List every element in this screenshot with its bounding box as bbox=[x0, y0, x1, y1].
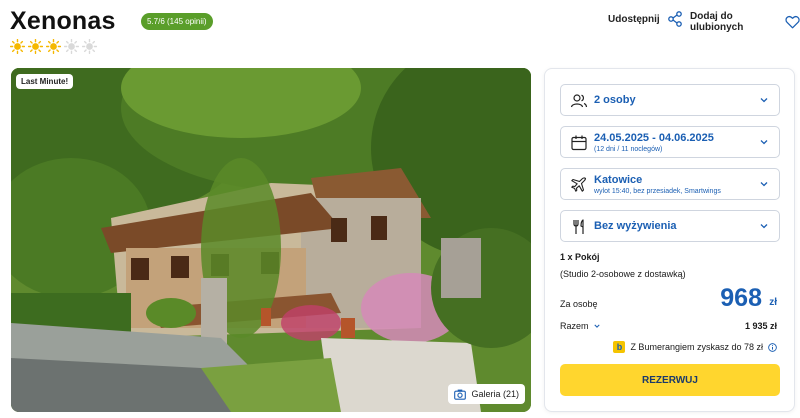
cutlery-icon bbox=[573, 219, 584, 234]
per-person-label: Za osobę bbox=[560, 299, 598, 309]
last-minute-badge: Last Minute! bbox=[16, 74, 74, 89]
room-count: 1 x Pokój bbox=[560, 252, 600, 262]
airplane-icon bbox=[571, 177, 587, 192]
sun-star-icon-filled bbox=[46, 39, 61, 54]
bumerang-logo-icon: b bbox=[613, 341, 626, 353]
camera-icon bbox=[454, 389, 467, 400]
sun-star-icon-filled bbox=[10, 39, 25, 54]
hotel-header: Xenonas 5.7/6 (145 opinii) Udostępnij Do… bbox=[0, 0, 800, 62]
booking-panel: 2 osoby 24.05.2025 - 04.06.2025 (12 dni … bbox=[544, 68, 795, 412]
heart-icon bbox=[785, 16, 800, 29]
bumerang-text: Z Bumerangiem zyskasz do 78 zł bbox=[630, 342, 763, 352]
total-price: 1 935 zł bbox=[744, 321, 777, 331]
guests-value: 2 osoby bbox=[594, 94, 636, 106]
total-toggle[interactable]: Razem bbox=[560, 321, 600, 331]
guests-select[interactable]: 2 osoby bbox=[560, 84, 780, 116]
hotel-photo-image bbox=[11, 68, 531, 412]
info-icon[interactable] bbox=[768, 342, 777, 352]
sun-star-icon-empty bbox=[82, 39, 97, 54]
hotel-name: Xenonas bbox=[10, 7, 116, 35]
departure-city: Katowice bbox=[594, 174, 643, 186]
calendar-icon bbox=[571, 135, 587, 151]
flight-info: wylot 15:40, bez przesiadek, Smartwings bbox=[594, 188, 721, 195]
gallery-button[interactable]: Galeria (21) bbox=[448, 384, 525, 404]
bumerang-promo: b Z Bumerangiem zyskasz do 78 zł bbox=[613, 341, 777, 353]
price-currency: zł bbox=[769, 297, 777, 308]
total-label: Razem bbox=[560, 321, 589, 331]
chevron-down-icon bbox=[760, 182, 768, 187]
hotel-photo[interactable]: Last Minute! Galeria (21) bbox=[11, 68, 531, 412]
share-icon bbox=[667, 11, 682, 27]
guests-icon bbox=[570, 94, 588, 108]
price-per-person: 968 bbox=[720, 284, 762, 312]
duration-value: (12 dni / 11 noclegów) bbox=[594, 146, 663, 153]
flight-select[interactable]: Katowice wylot 15:40, bez przesiadek, Sm… bbox=[560, 168, 780, 200]
share-button[interactable]: Udostępnij bbox=[608, 11, 683, 27]
star-rating bbox=[10, 39, 97, 54]
dates-select[interactable]: 24.05.2025 - 04.06.2025 (12 dni / 11 noc… bbox=[560, 126, 780, 158]
gallery-label: Galeria (21) bbox=[471, 389, 519, 399]
reserve-button[interactable]: REZERWUJ bbox=[560, 364, 780, 396]
add-to-favorites-button[interactable]: Dodaj do ulubionych bbox=[690, 11, 800, 33]
chevron-down-icon bbox=[760, 98, 768, 103]
dates-value: 24.05.2025 - 04.06.2025 bbox=[594, 132, 714, 144]
sun-star-icon-empty bbox=[64, 39, 79, 54]
board-select[interactable]: Bez wyżywienia bbox=[560, 210, 780, 242]
chevron-down-icon bbox=[593, 324, 600, 328]
chevron-down-icon bbox=[760, 224, 768, 229]
favorites-label: Dodaj do ulubionych bbox=[690, 11, 744, 33]
room-type: (Studio 2-osobowe z dostawką) bbox=[560, 269, 686, 279]
rating-badge[interactable]: 5.7/6 (145 opinii) bbox=[141, 13, 213, 30]
chevron-down-icon bbox=[760, 140, 768, 145]
sun-star-icon-filled bbox=[28, 39, 43, 54]
share-label: Udostępnij bbox=[608, 13, 660, 25]
board-value: Bez wyżywienia bbox=[594, 220, 677, 232]
